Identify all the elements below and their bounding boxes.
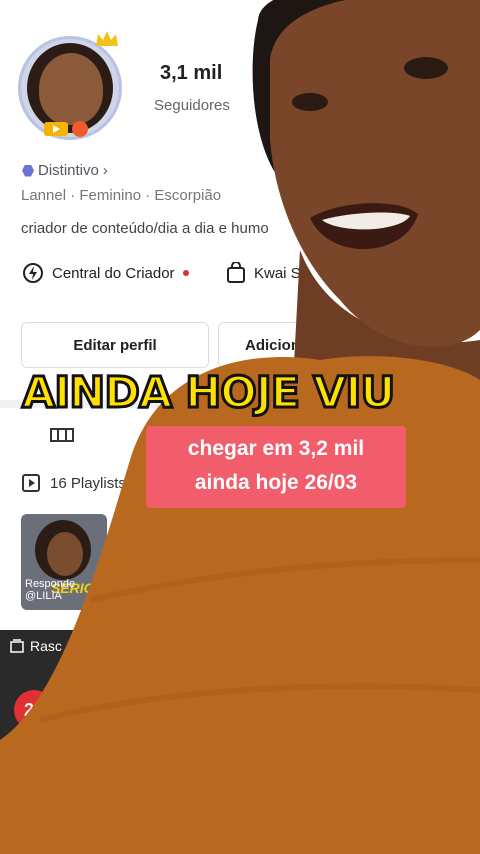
caption-sticker: chegar em 3,2 mil ainda hoje 26/03 [146, 426, 406, 508]
sticker-line-2: ainda hoje 26/03 [194, 471, 358, 494]
video-caption: AINDA HOJE VIU [20, 367, 396, 420]
sticker-line-1: chegar em 3,2 mil [187, 437, 365, 460]
